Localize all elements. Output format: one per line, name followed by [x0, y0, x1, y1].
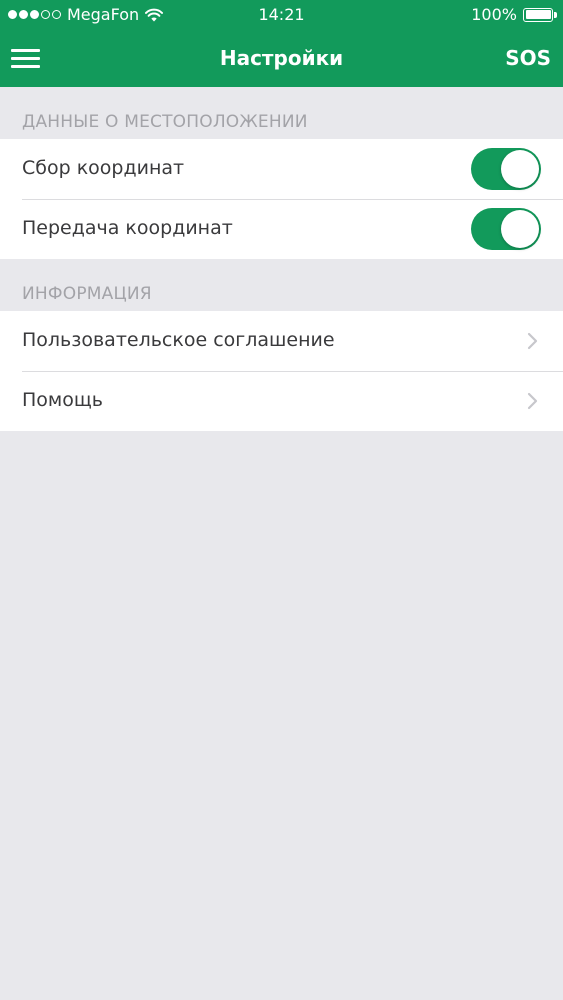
sos-button[interactable]: SOS [505, 46, 551, 70]
row-label: Сбор координат [22, 157, 185, 179]
settings-screen: MegaFon 14:21 100% Настройки SOS ДАННЫЕ … [0, 0, 563, 1000]
hamburger-menu-icon[interactable] [11, 48, 41, 70]
row-user-agreement[interactable]: Пользовательское соглашение [0, 311, 563, 371]
row-transmit-coordinates: Передача координат [0, 199, 563, 259]
status-bar: MegaFon 14:21 100% [0, 0, 563, 30]
page-title: Настройки [219, 46, 344, 70]
toggle-knob [501, 210, 539, 248]
battery-level-fill [525, 10, 551, 19]
section-header-info: ИНФОРМАЦИЯ [22, 284, 152, 304]
status-right: 100% [471, 5, 557, 24]
battery-icon [523, 7, 557, 22]
row-label: Передача координат [22, 217, 233, 239]
battery-percent: 100% [471, 5, 517, 24]
transmit-coordinates-toggle[interactable] [471, 208, 541, 250]
row-help[interactable]: Помощь [0, 371, 563, 431]
row-label: Пользовательское соглашение [22, 329, 335, 351]
info-group: Пользовательское соглашение Помощь [0, 311, 563, 431]
row-label: Помощь [22, 389, 103, 411]
toggle-knob [501, 150, 539, 188]
location-settings-group: Сбор координат Передача координат [0, 139, 563, 259]
collect-coordinates-toggle[interactable] [471, 148, 541, 190]
nav-bar: Настройки SOS [0, 30, 563, 87]
chevron-right-icon [527, 332, 538, 350]
row-collect-coordinates: Сбор координат [0, 139, 563, 199]
chevron-right-icon [527, 392, 538, 410]
section-header-location: ДАННЫЕ О МЕСТОПОЛОЖЕНИИ [22, 112, 308, 132]
